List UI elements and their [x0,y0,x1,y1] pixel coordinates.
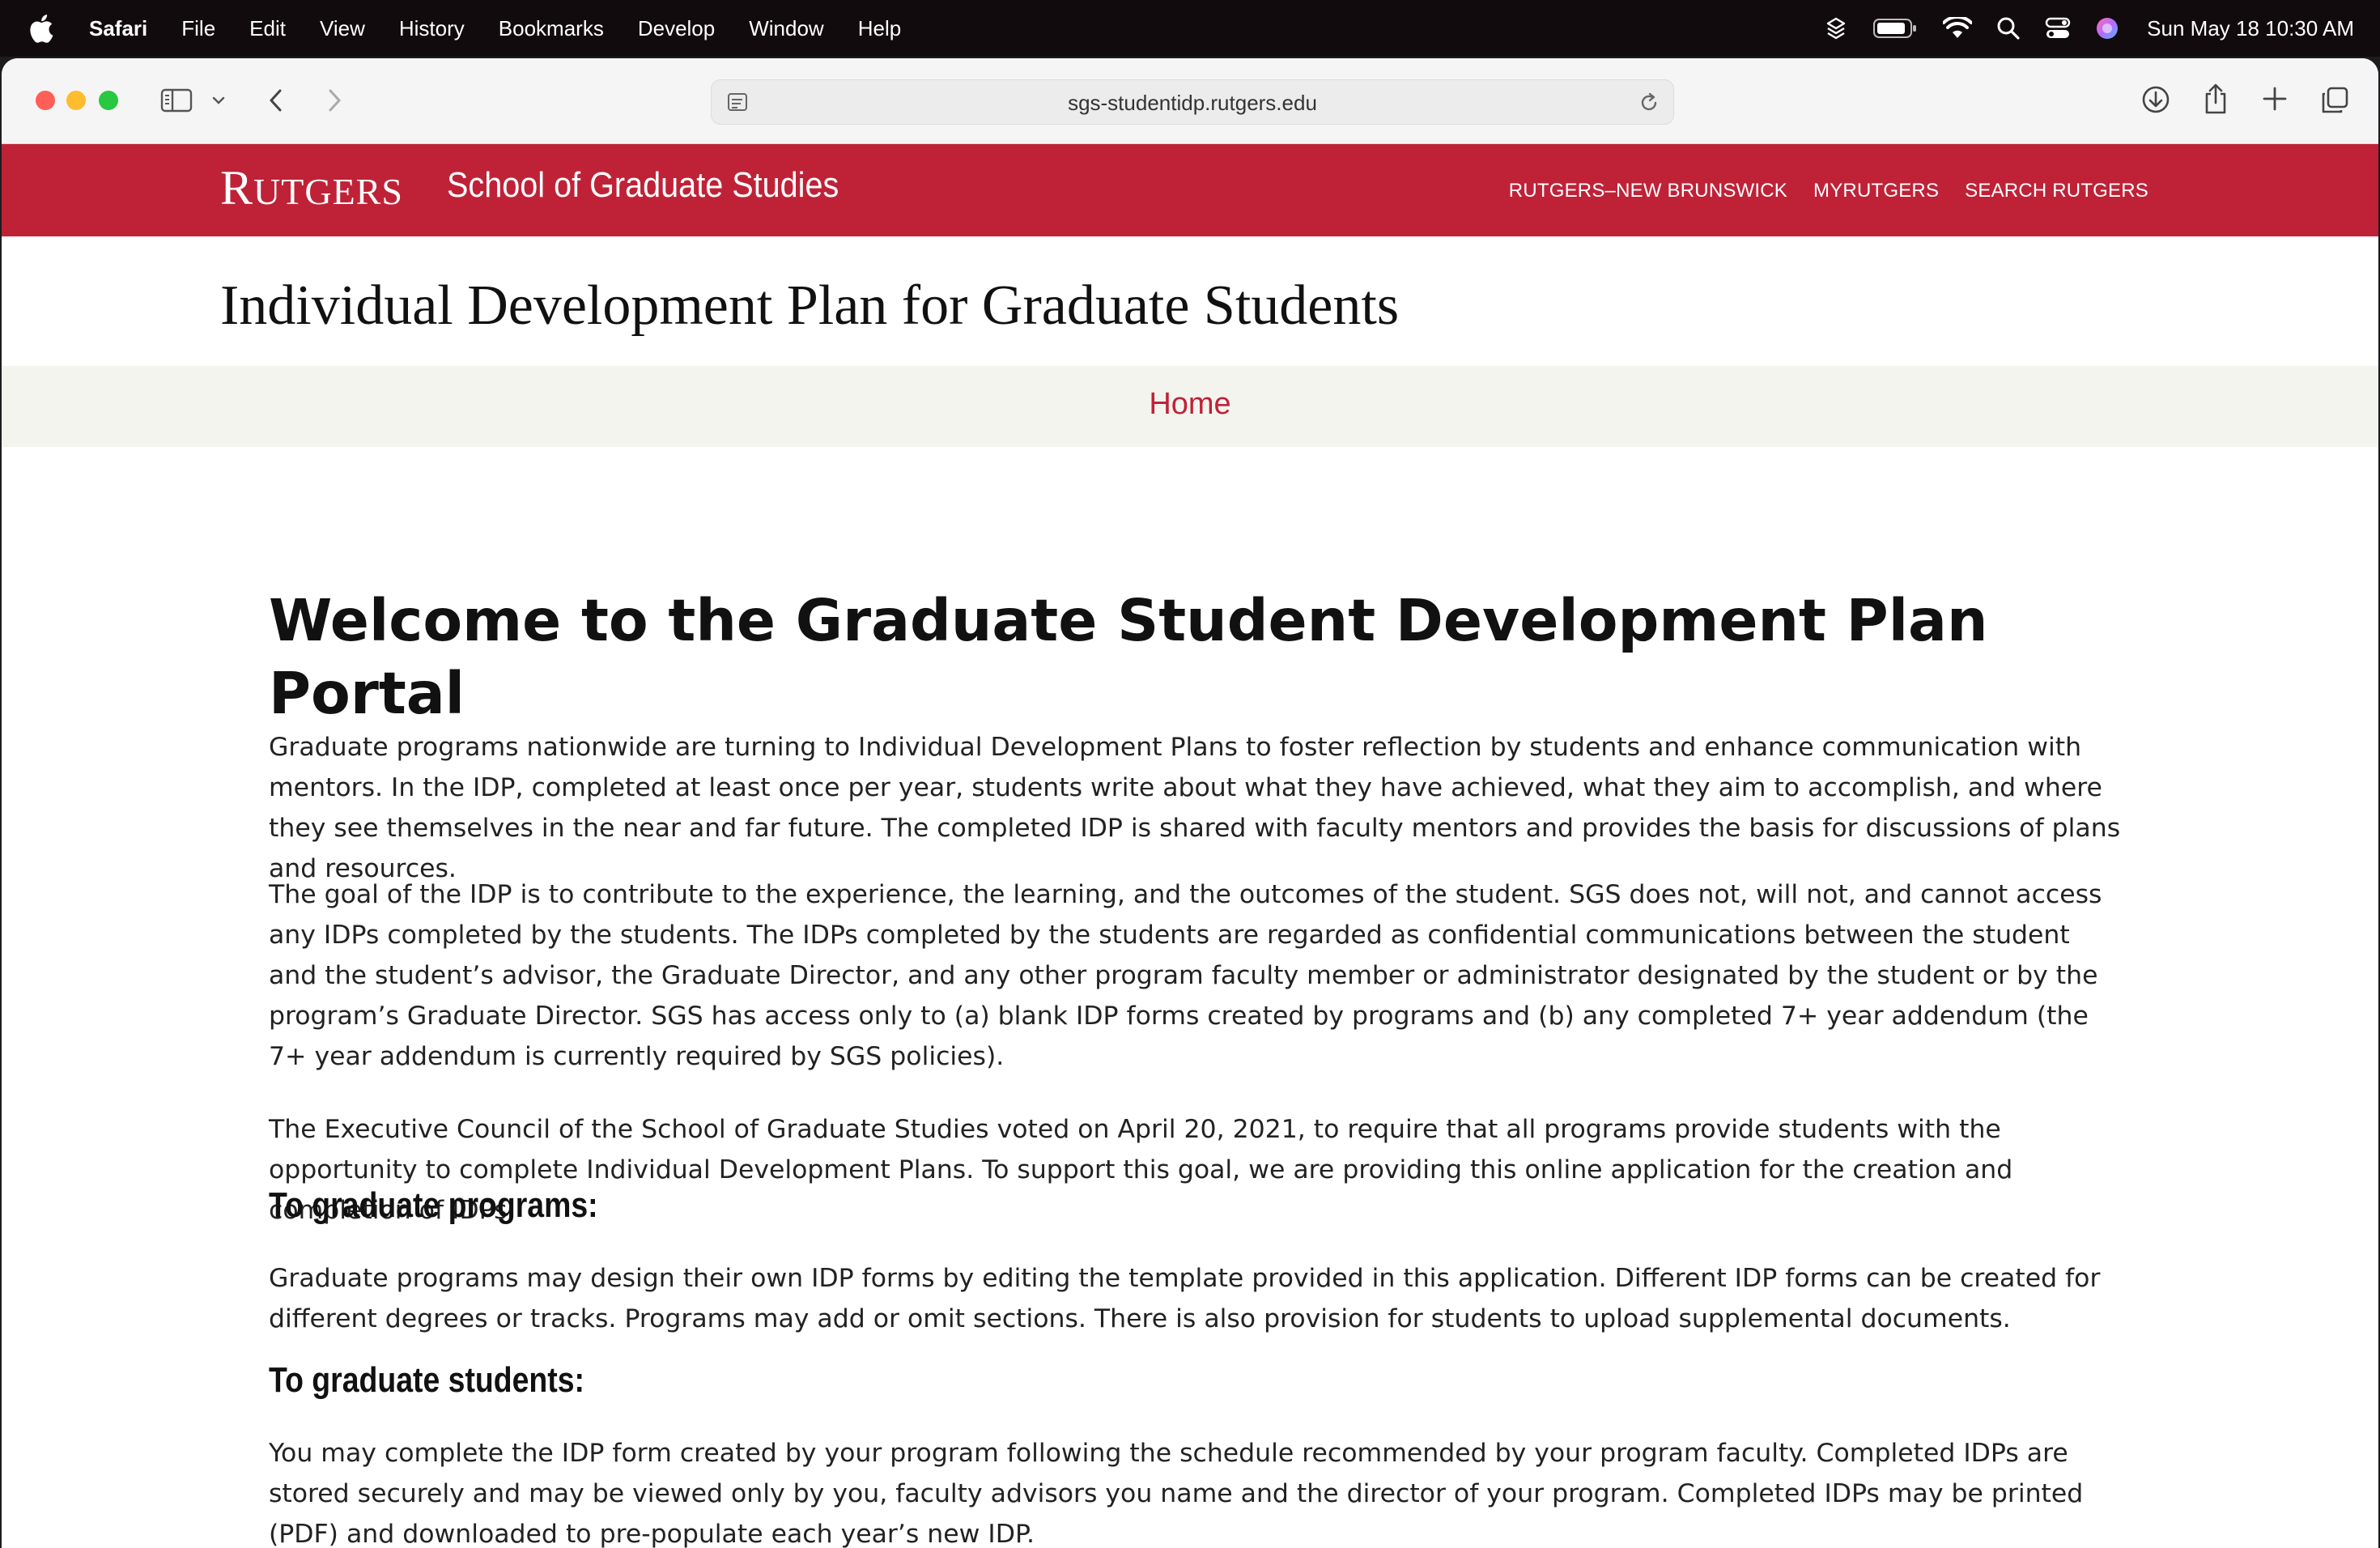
forward-arrow-icon[interactable] [324,86,345,115]
back-arrow-icon[interactable] [266,86,287,115]
downloads-icon[interactable] [2140,84,2171,115]
main-content: Welcome to the Graduate Student Developm… [2,447,2378,1548]
header-links: RUTGERS–NEW BRUNSWICK MYRUTGERS SEARCH R… [1509,180,2148,202]
reload-icon[interactable] [1638,91,1660,118]
share-icon[interactable] [2202,83,2229,115]
fullscreen-window-button[interactable] [99,91,118,110]
nav-home-link[interactable]: Home [2,387,2378,422]
safari-window: sgs-studentidp.rutgers.edu RUTGERS Schoo… [2,58,2378,1548]
link-rutgers-new-brunswick[interactable]: RUTGERS–NEW BRUNSWICK [1509,180,1787,202]
new-tab-icon[interactable] [2262,86,2288,112]
menubar-clock[interactable]: Sun May 18 10:30 AM [2147,16,2354,41]
minimize-window-button[interactable] [66,91,86,110]
menu-file[interactable]: File [181,16,215,41]
menu-develop[interactable]: Develop [638,16,715,41]
school-name[interactable]: School of Graduate Studies [447,165,839,206]
page-title: Individual Development Plan for Graduate… [220,274,1400,337]
apple-menu-icon[interactable] [29,12,58,45]
intro-paragraph: Graduate programs nationwide are turning… [269,733,2121,883]
menu-bookmarks[interactable]: Bookmarks [499,16,604,41]
siri-icon[interactable] [2095,16,2119,40]
sidebar-toggle-icon[interactable] [160,87,193,113]
wifi-icon[interactable] [1943,17,1973,40]
control-center-icon[interactable] [2045,16,2071,40]
link-search-rutgers[interactable]: SEARCH RUTGERS [1965,180,2148,202]
welcome-heading: Welcome to the Graduate Student Developm… [269,587,1988,727]
link-myrutgers[interactable]: MYRUTGERS [1813,180,1939,202]
close-window-button[interactable] [36,91,55,110]
main-nav: Home [2,366,2378,447]
programs-paragraph: Graduate programs may design their own I… [269,1264,2101,1333]
site-title-band: Individual Development Plan for Graduate… [2,236,2378,366]
url-text[interactable]: sgs-studentidp.rutgers.edu [712,80,1673,125]
programs-heading: To graduate programs: [269,1185,598,1225]
address-bar[interactable]: sgs-studentidp.rutgers.edu [711,79,1674,125]
macos-menu-bar: Safari File Edit View History Bookmarks … [0,0,2380,57]
rutgers-logo[interactable]: RUTGERS [220,160,403,216]
goal-paragraph: The goal of the IDP is to contribute to … [269,880,2102,1071]
menu-help[interactable]: Help [858,16,901,41]
students-paragraph: You may complete the IDP form created by… [269,1439,2084,1548]
menu-safari[interactable]: Safari [89,16,147,41]
spotlight-search-icon[interactable] [1996,16,2021,40]
dropbox-icon[interactable] [1823,15,1849,41]
chevron-down-icon[interactable] [210,94,227,107]
menu-history[interactable]: History [399,16,465,41]
battery-icon[interactable] [1873,18,1919,39]
menu-edit[interactable]: Edit [249,16,286,41]
menu-view[interactable]: View [320,16,365,41]
browser-toolbar: sgs-studentidp.rutgers.edu [2,58,2378,144]
menu-window[interactable]: Window [749,16,823,41]
rutgers-header-bar: RUTGERS School of Graduate Studies RUTGE… [2,144,2378,236]
tab-overview-icon[interactable] [2320,86,2349,115]
students-heading: To graduate students: [269,1360,584,1400]
